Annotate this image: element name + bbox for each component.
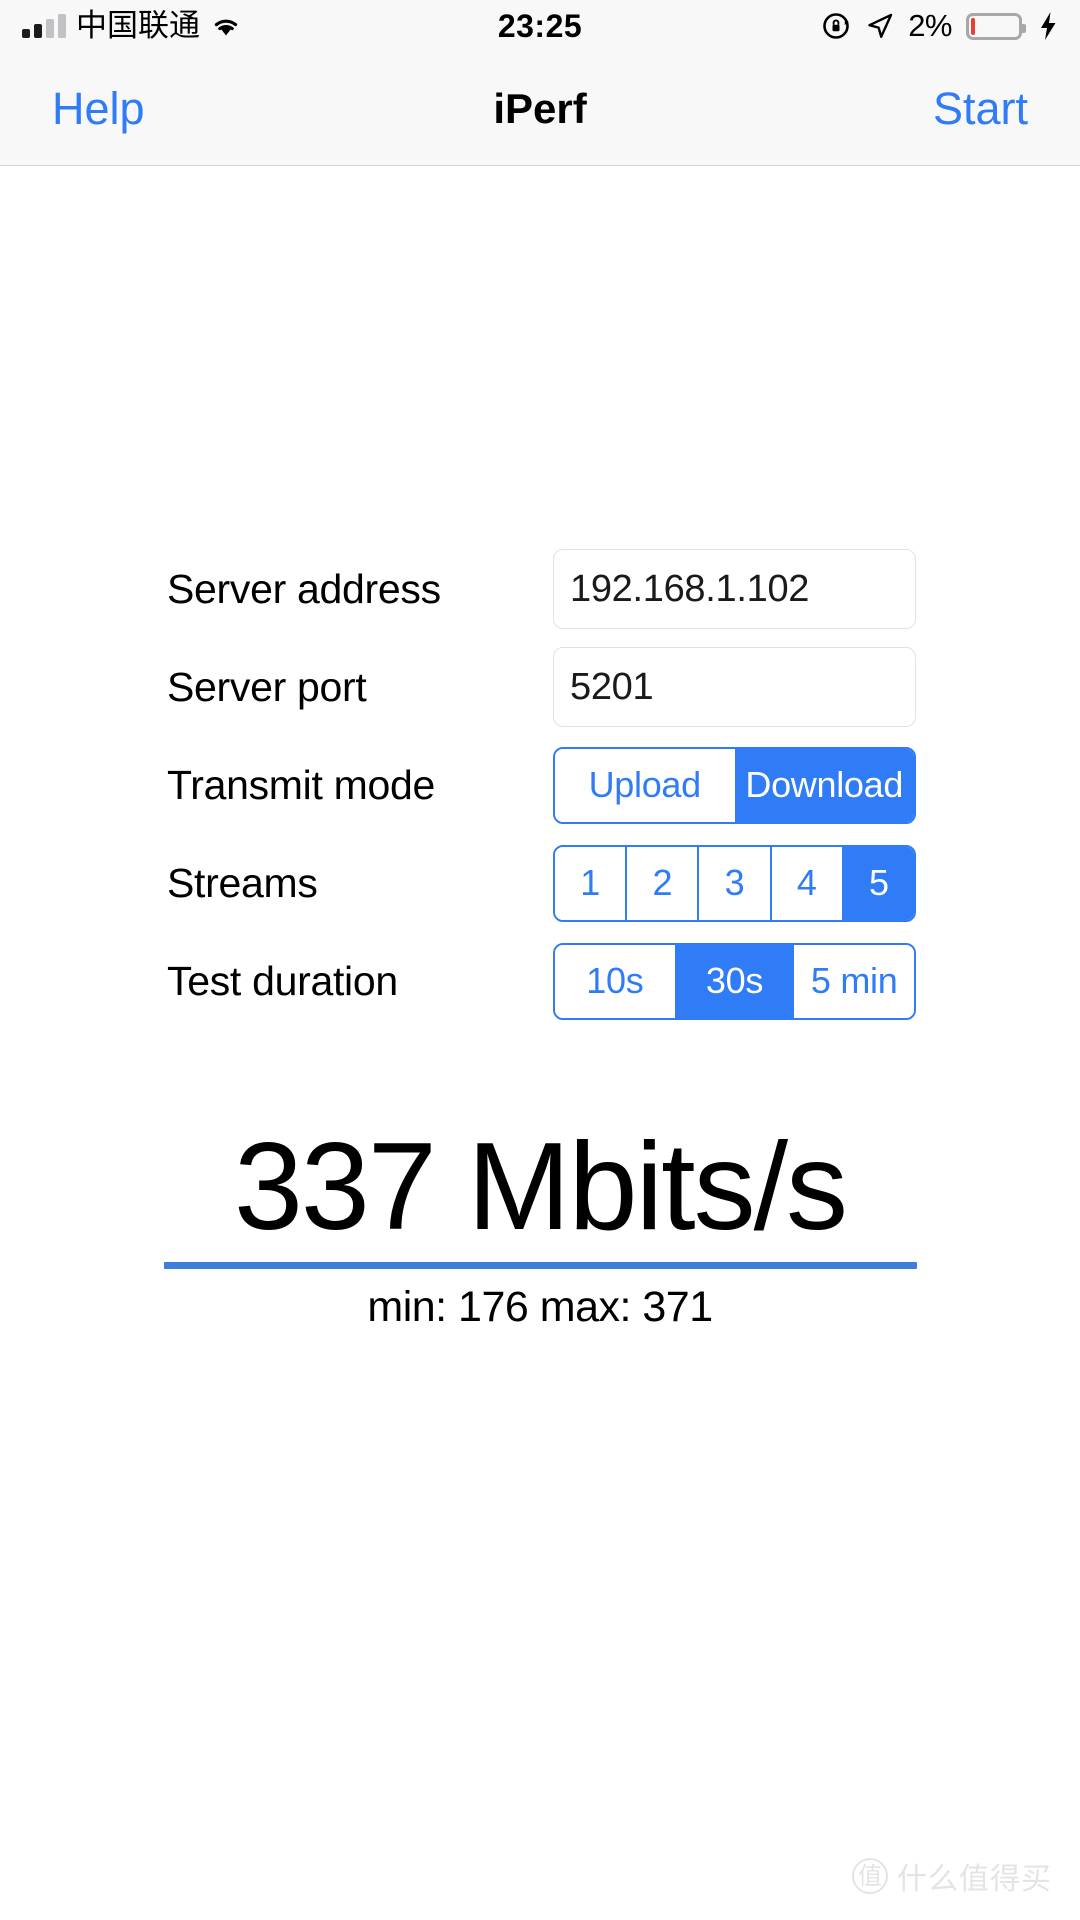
result-divider: [163, 1262, 917, 1270]
throughput-min-max: min: 176 max: 371: [367, 1283, 713, 1332]
battery-percent-label: 2%: [908, 8, 952, 43]
result-panel: 337 Mbits/s min: 176 max: 371: [0, 1122, 1080, 1332]
status-bar-left: 中国联通: [22, 7, 242, 44]
carrier-label: 中国联通: [76, 7, 200, 44]
app-screen: 中国联通 23:25 2% Help iPerf Start Server ad…: [0, 0, 1080, 1920]
form-row-transmit-mode: Transmit mode Upload Download: [0, 736, 1080, 834]
control-test-duration: 10s 30s 5 min: [553, 942, 916, 1020]
status-bar-right: 2%: [822, 8, 1058, 44]
transmit-mode-segmented-control[interactable]: Upload Download: [553, 746, 916, 824]
segment-streams-5[interactable]: 5: [843, 846, 914, 920]
label-server-address: Server address: [167, 565, 441, 612]
label-streams: Streams: [167, 859, 318, 906]
control-server-address: 192.168.1.102: [553, 549, 916, 629]
settings-form: Server address 192.168.1.102 Server port…: [0, 540, 1080, 1030]
help-button[interactable]: Help: [52, 83, 145, 135]
form-row-streams: Streams 1 2 3 4 5: [0, 834, 1080, 932]
label-test-duration: Test duration: [167, 957, 398, 1004]
battery-icon: [966, 12, 1026, 40]
segment-streams-2[interactable]: 2: [627, 846, 700, 920]
test-duration-segmented-control[interactable]: 10s 30s 5 min: [553, 942, 916, 1020]
throughput-value: 337 Mbits/s: [233, 1118, 848, 1256]
label-transmit-mode: Transmit mode: [167, 761, 435, 808]
streams-segmented-control[interactable]: 1 2 3 4 5: [553, 844, 916, 922]
watermark-logo-icon: 值: [852, 1858, 888, 1894]
segment-duration-30s[interactable]: 30s: [674, 944, 795, 1018]
status-bar: 中国联通 23:25 2%: [0, 0, 1080, 52]
form-row-server-port: Server port 5201: [0, 638, 1080, 736]
control-transmit-mode: Upload Download: [553, 746, 916, 824]
form-row-test-duration: Test duration 10s 30s 5 min: [0, 932, 1080, 1030]
segment-streams-4[interactable]: 4: [771, 846, 844, 920]
navigation-bar: Help iPerf Start: [0, 52, 1080, 166]
segment-duration-10s[interactable]: 10s: [555, 944, 675, 1018]
location-arrow-icon: [866, 12, 894, 40]
server-address-input[interactable]: 192.168.1.102: [553, 549, 916, 629]
segment-download[interactable]: Download: [734, 748, 914, 822]
wifi-icon: [210, 14, 242, 38]
rotation-lock-icon: [822, 11, 852, 41]
form-row-server-address: Server address 192.168.1.102: [0, 540, 1080, 638]
server-port-input[interactable]: 5201: [553, 647, 916, 727]
segment-duration-5min[interactable]: 5 min: [794, 944, 914, 1018]
charging-bolt-icon: [1036, 11, 1058, 41]
segment-upload[interactable]: Upload: [555, 748, 735, 822]
segment-streams-1[interactable]: 1: [555, 846, 628, 920]
control-streams: 1 2 3 4 5: [553, 844, 916, 922]
watermark-text: 什么值得买: [897, 1862, 1052, 1897]
control-server-port: 5201: [553, 647, 916, 727]
page-title: iPerf: [493, 84, 587, 132]
label-server-port: Server port: [167, 663, 367, 710]
segment-streams-3[interactable]: 3: [699, 846, 772, 920]
watermark: 值 什么值得买: [852, 1854, 1052, 1898]
cellular-signal-icon: [22, 14, 66, 38]
start-button[interactable]: Start: [933, 83, 1028, 135]
